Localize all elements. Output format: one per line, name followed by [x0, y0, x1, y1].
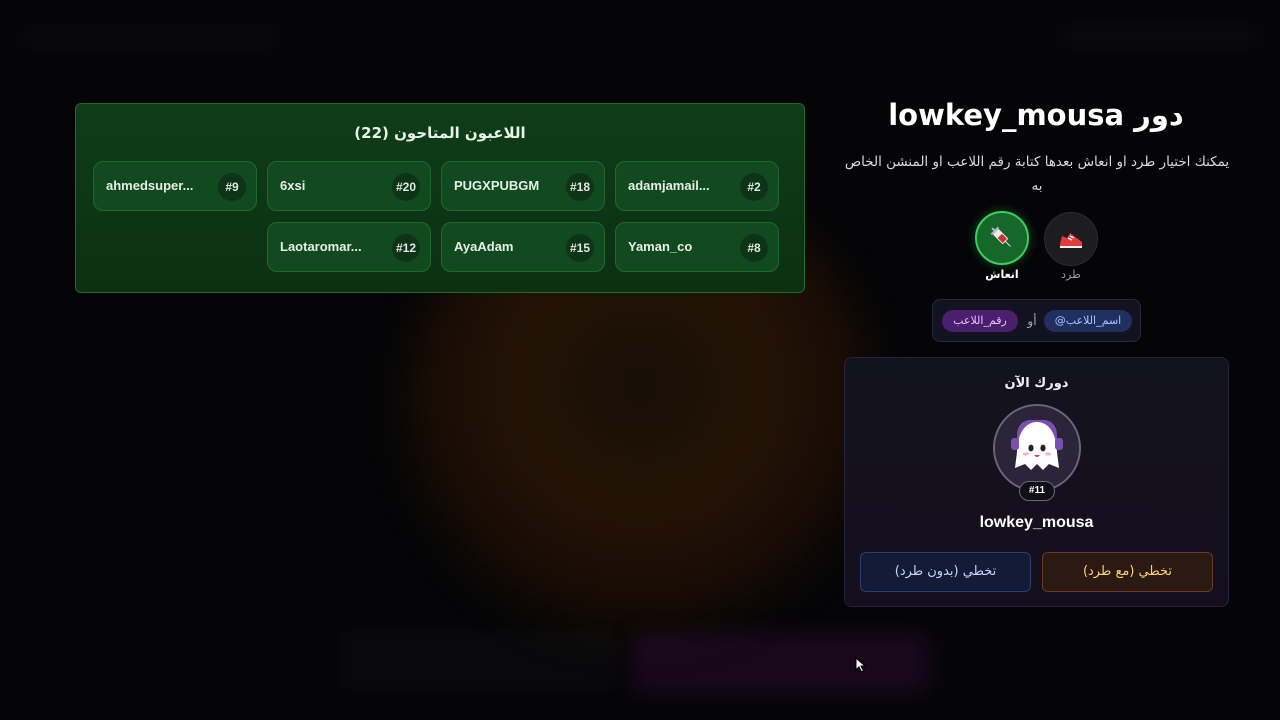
turn-instructions: يمكنك اختيار طرد او انعاش بعدها كتابة رق…: [844, 154, 1230, 194]
background-blurred-button: [630, 632, 930, 694]
player-card[interactable]: adamjamail... #2: [615, 161, 779, 211]
avatar: [993, 404, 1081, 492]
current-turn-card: دورك الآن #11 lowkey_mousa تخطي (مع طرد)…: [844, 357, 1229, 607]
background-blurred-header-left: [20, 24, 280, 50]
player-card[interactable]: AyaAdam #15: [441, 222, 605, 272]
player-card[interactable]: Laotaromar... #12: [267, 222, 431, 272]
player-number: #2: [740, 173, 768, 201]
player-number: #8: [740, 234, 768, 262]
kick-button[interactable]: [1044, 212, 1098, 266]
player-number: #12: [392, 234, 420, 262]
player-number: #9: [218, 173, 246, 201]
player-number: #20: [392, 173, 420, 201]
player-number: #18: [566, 173, 594, 201]
available-players-panel: اللاعبون المتاحون (22) adamjamail... #2 …: [75, 103, 805, 293]
number-chip: رقم_اللاعب: [942, 310, 1018, 332]
player-name: ahmedsuper...: [106, 178, 194, 193]
mention-chip: @اسم_اللاعب: [1044, 310, 1132, 332]
player-name: PUGXPUBGM: [454, 178, 540, 193]
player-card[interactable]: ahmedsuper... #9: [93, 161, 257, 211]
ghost-avatar-icon: [995, 406, 1079, 490]
player-card[interactable]: PUGXPUBGM #18: [441, 161, 605, 211]
background-blurred-bar: [340, 630, 620, 690]
input-hint-box: @اسم_اللاعب أو رقم_اللاعب: [932, 299, 1141, 342]
available-players-title: اللاعبون المتاحون (22): [354, 124, 526, 142]
sneaker-icon: [1060, 233, 1082, 248]
syringe-icon: [990, 226, 1011, 247]
skip-with-kick-button[interactable]: تخطي (مع طرد): [1042, 552, 1213, 592]
revive-button[interactable]: [975, 211, 1029, 265]
player-card[interactable]: Yaman_co #8: [615, 222, 779, 272]
or-separator: أو: [1027, 314, 1037, 328]
kick-label: طرد: [1061, 268, 1081, 281]
player-name: adamjamail...: [628, 178, 710, 193]
skip-without-kick-button[interactable]: تخطي (بدون طرد): [860, 552, 1031, 592]
current-player-name: lowkey_mousa: [979, 514, 1094, 531]
player-card[interactable]: 6xsi #20: [267, 161, 431, 211]
background-blurred-header-right: [1060, 22, 1260, 50]
player-number-badge: #11: [1019, 481, 1055, 501]
player-name: Yaman_co: [628, 239, 693, 254]
mouse-cursor-icon: [855, 657, 867, 673]
revive-label: انعاش: [985, 268, 1019, 281]
player-name: AyaAdam: [454, 239, 514, 254]
player-number: #15: [566, 234, 594, 262]
your-turn-title: دورك الآن: [1004, 376, 1069, 391]
turn-title: دور lowkey_mousa: [888, 98, 1184, 132]
player-name: Laotaromar...: [280, 239, 362, 254]
player-name: 6xsi: [280, 178, 306, 193]
